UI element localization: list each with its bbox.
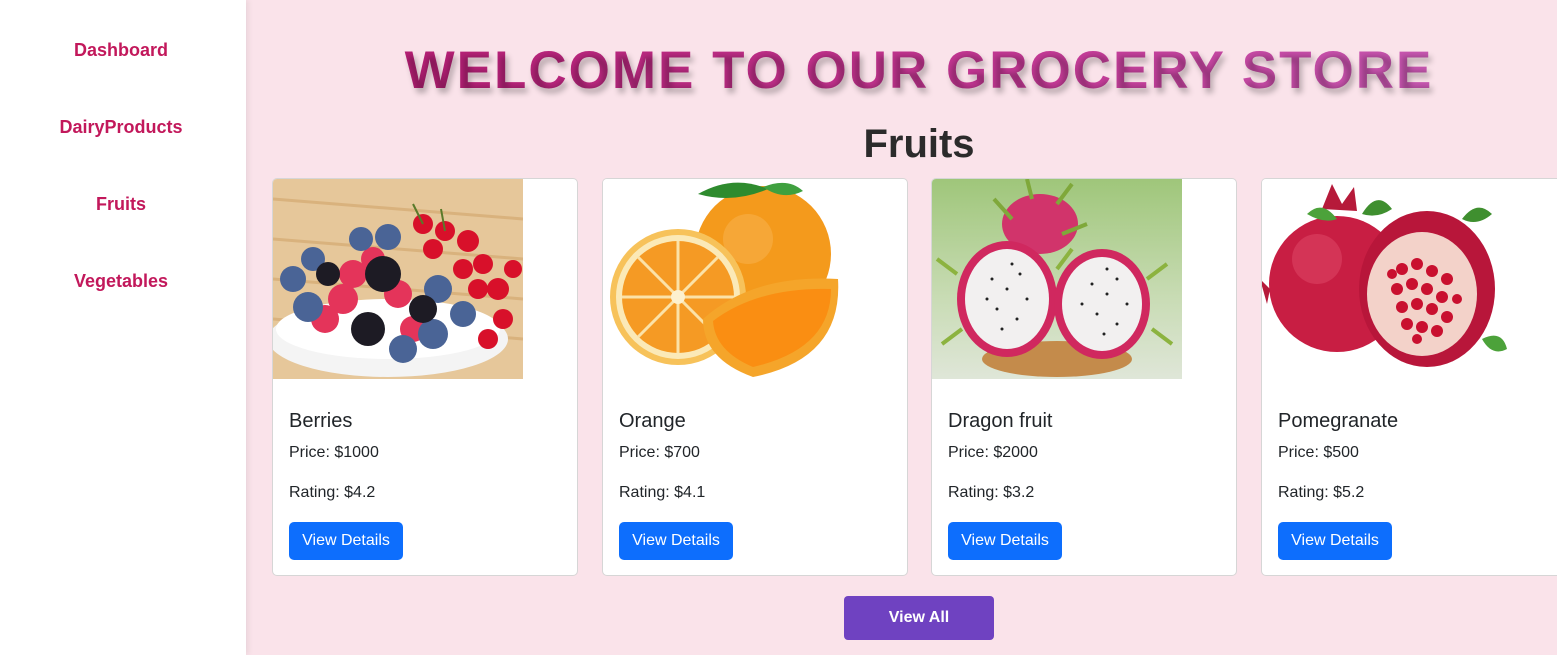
section-title: Fruits	[863, 122, 975, 166]
view-details-button[interactable]: View Details	[619, 522, 733, 560]
product-card: Dragon fruit Price: $2000 Rating: $3.2 V…	[931, 178, 1237, 576]
view-all-button[interactable]: View All	[844, 596, 994, 640]
view-details-button[interactable]: View Details	[1278, 522, 1392, 560]
welcome-title: WELCOME TO OUR GROCERY STORE	[246, 40, 1557, 101]
dragon-fruit-image	[932, 179, 1182, 379]
pomegranate-image	[1262, 179, 1512, 379]
main-content: WELCOME TO OUR GROCERY STORE Fruits Berr…	[246, 0, 1557, 655]
berries-image	[273, 179, 523, 379]
product-card: Berries Price: $1000 Rating: $4.2 View D…	[272, 178, 578, 576]
product-rating: Rating: $5.2	[1278, 484, 1365, 501]
sidebar-item-vegetables[interactable]: Vegetables	[0, 271, 242, 292]
sidebar-item-dashboard[interactable]: Dashboard	[0, 40, 242, 61]
product-price: Price: $1000	[289, 444, 379, 461]
product-price: Price: $500	[1278, 444, 1359, 461]
product-rating: Rating: $4.2	[289, 484, 376, 501]
product-name: Berries	[289, 410, 353, 432]
sidebar-item-dairyproducts[interactable]: DairyProducts	[0, 117, 242, 138]
orange-image	[603, 179, 853, 379]
sidebar-item-fruits[interactable]: Fruits	[0, 194, 242, 215]
product-price: Price: $700	[619, 444, 700, 461]
product-card: Orange Price: $700 Rating: $4.1 View Det…	[602, 178, 908, 576]
product-name: Pomegranate	[1278, 410, 1399, 432]
product-name: Dragon fruit	[948, 410, 1053, 432]
view-details-button[interactable]: View Details	[948, 522, 1062, 560]
product-price: Price: $2000	[948, 444, 1038, 461]
sidebar: Dashboard DairyProducts Fruits Vegetable…	[0, 0, 246, 655]
view-details-button[interactable]: View Details	[289, 522, 403, 560]
product-name: Orange	[619, 410, 686, 432]
product-rating: Rating: $4.1	[619, 484, 706, 501]
product-card: Pomegranate Price: $500 Rating: $5.2 Vie…	[1261, 178, 1557, 576]
product-rating: Rating: $3.2	[948, 484, 1035, 501]
